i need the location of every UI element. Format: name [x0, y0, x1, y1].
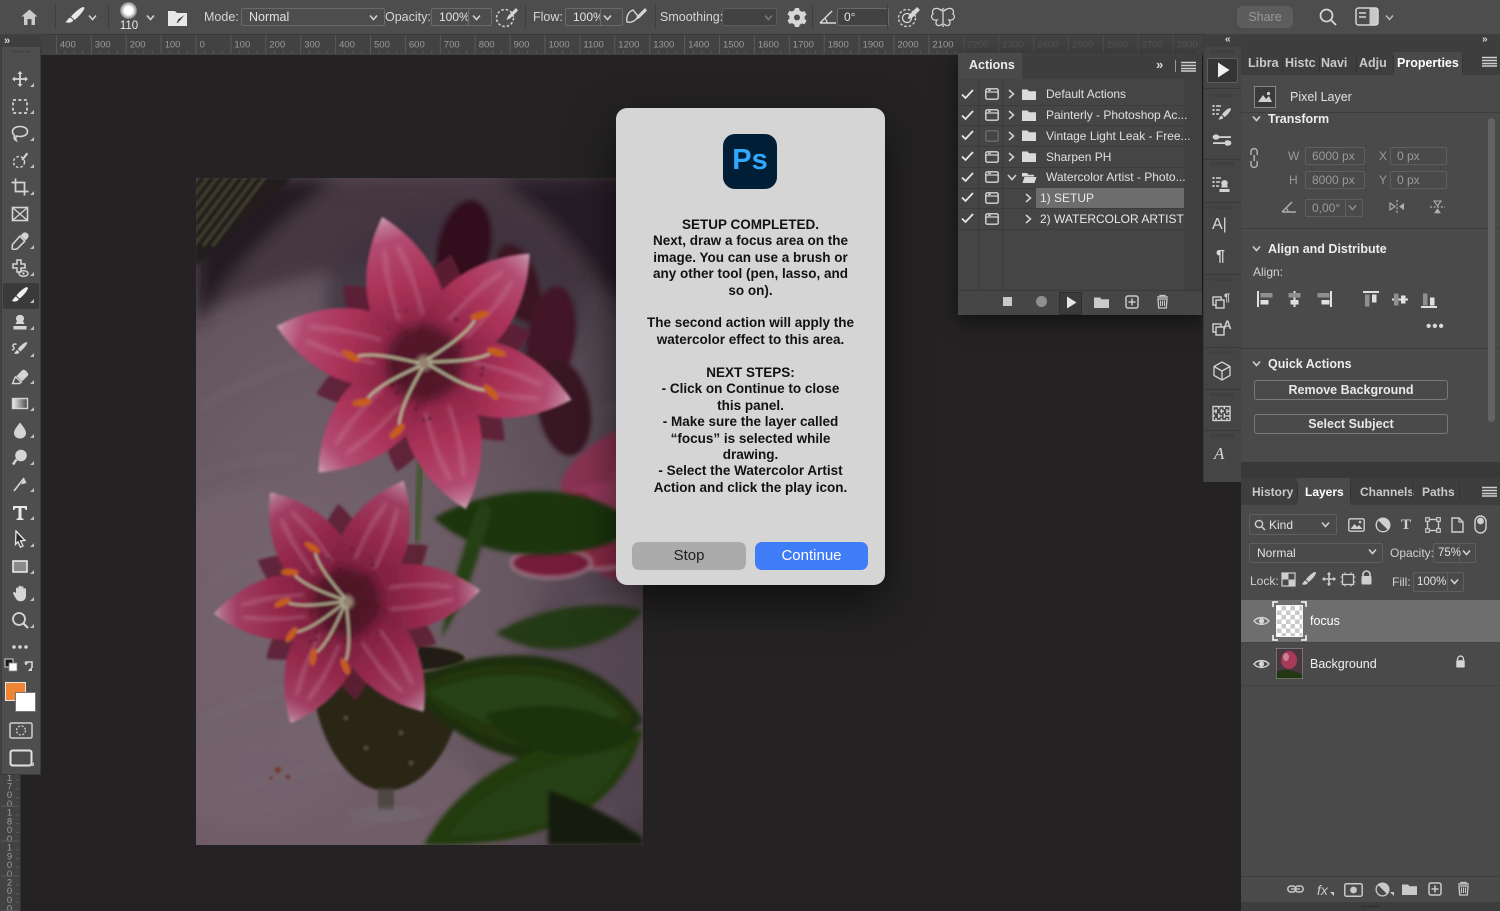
svg-text:100: 100: [234, 40, 250, 51]
svg-text:1000: 1000: [549, 40, 570, 51]
svg-text:0: 0: [7, 904, 12, 911]
svg-text:100: 100: [165, 40, 181, 51]
svg-text:700: 700: [444, 40, 460, 51]
svg-text:200: 200: [269, 40, 285, 51]
svg-text:1100: 1100: [583, 40, 603, 51]
svg-text:2300: 2300: [1002, 40, 1023, 51]
svg-text:A: A: [1223, 319, 1232, 332]
svg-text:1700: 1700: [793, 40, 814, 51]
svg-text:2600: 2600: [1107, 40, 1128, 51]
svg-text:600: 600: [409, 40, 425, 51]
svg-text:1400: 1400: [688, 40, 709, 51]
svg-text:2700: 2700: [1142, 40, 1163, 51]
svg-text:400: 400: [60, 40, 76, 51]
svg-text:300: 300: [304, 40, 320, 51]
svg-text:1600: 1600: [758, 40, 779, 51]
svg-text:2400: 2400: [1037, 40, 1058, 51]
svg-text:1300: 1300: [653, 40, 674, 51]
svg-text:1800: 1800: [828, 40, 849, 51]
svg-text:900: 900: [514, 40, 530, 51]
svg-text:200: 200: [130, 40, 146, 51]
svg-text:800: 800: [479, 40, 495, 51]
svg-text:2000: 2000: [898, 40, 919, 51]
svg-text:500: 500: [374, 40, 390, 51]
svg-text:1500: 1500: [723, 40, 744, 51]
svg-text:0: 0: [200, 40, 205, 51]
svg-text:400: 400: [339, 40, 355, 51]
svg-text:2500: 2500: [1072, 40, 1093, 51]
svg-text:300: 300: [95, 40, 111, 51]
svg-text:¶: ¶: [1224, 292, 1230, 304]
svg-text:2200: 2200: [967, 40, 988, 51]
svg-text:1900: 1900: [863, 40, 884, 51]
svg-text:1200: 1200: [618, 40, 639, 51]
svg-text:2100: 2100: [932, 40, 953, 51]
svg-text:2800: 2800: [1177, 40, 1198, 51]
